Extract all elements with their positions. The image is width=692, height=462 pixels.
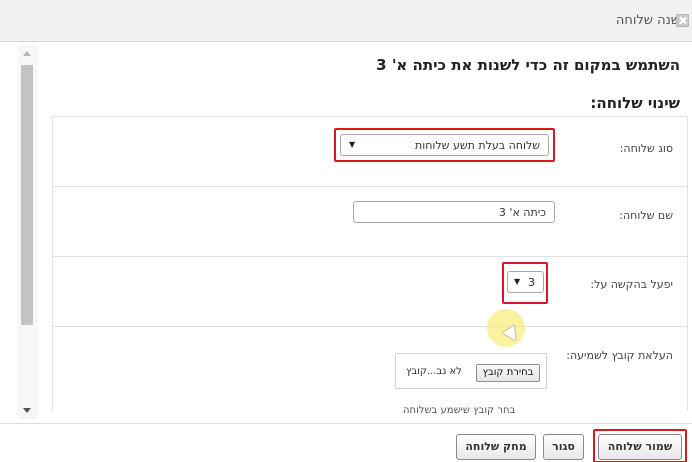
scroll-thumb[interactable] [21,65,33,325]
activation-key-label: יפעל בהקשה על: [590,278,673,291]
page-title: השתמש במקום זה כדי לשנות את כיתה א' 3 [376,56,680,74]
delete-extension-button[interactable]: מחק שלוחה [456,434,536,460]
extension-type-select[interactable]: שלוחה בעלת תשע שלוחות ▼ [340,134,549,156]
choose-file-button[interactable]: בחירת קובץ [476,364,540,382]
extension-type-row: סוג שלוחה: שלוחה בעלת תשע שלוחות ▼ [53,117,687,187]
dialog-footer: שמור שלוחה סגור מחק שלוחה [0,423,692,462]
dialog-titlebar: שנה שלוחה [0,0,692,42]
close-button[interactable]: סגור [543,434,584,460]
save-extension-button[interactable]: שמור שלוחה [598,434,682,460]
extension-type-value: שלוחה בעלת תשע שלוחות [415,139,540,152]
cursor-highlight [487,309,525,347]
close-icon[interactable] [676,14,689,27]
activation-key-row: יפעל בהקשה על: 3 ▼ [53,257,687,327]
file-upload-row: העלאת קובץ לשמיעה: בחירת קובץ לא נב...קו… [53,327,687,416]
vertical-scrollbar[interactable] [18,45,38,420]
file-upload-help: בחר קובץ שישמע בשלוחה [403,405,516,416]
activation-key-select[interactable]: 3 ▼ [507,271,544,293]
file-upload-label: העלאת קובץ לשמיעה: [566,349,673,362]
dropdown-arrow-icon: ▼ [514,277,521,286]
edit-extension-form: סוג שלוחה: שלוחה בעלת תשע שלוחות ▼ שם של… [52,116,688,416]
extension-name-label: שם שלוחה: [619,209,673,222]
scroll-down-icon[interactable] [23,408,31,413]
file-upload-control[interactable]: בחירת קובץ לא נב...קובץ [395,353,547,389]
extension-name-input[interactable]: כיתה א' 3 [353,201,555,223]
no-file-chosen-text: לא נב...קובץ [406,366,462,377]
extension-name-row: שם שלוחה: כיתה א' 3 [53,187,687,257]
extension-type-label: סוג שלוחה: [619,142,673,155]
extension-name-value: כיתה א' 3 [498,206,546,219]
section-title: שינוי שלוחה: [590,94,680,112]
activation-key-value: 3 [528,276,535,289]
dialog-title: שנה שלוחה [615,13,680,28]
scroll-up-icon[interactable] [23,51,31,56]
dropdown-arrow-icon: ▼ [349,140,356,149]
